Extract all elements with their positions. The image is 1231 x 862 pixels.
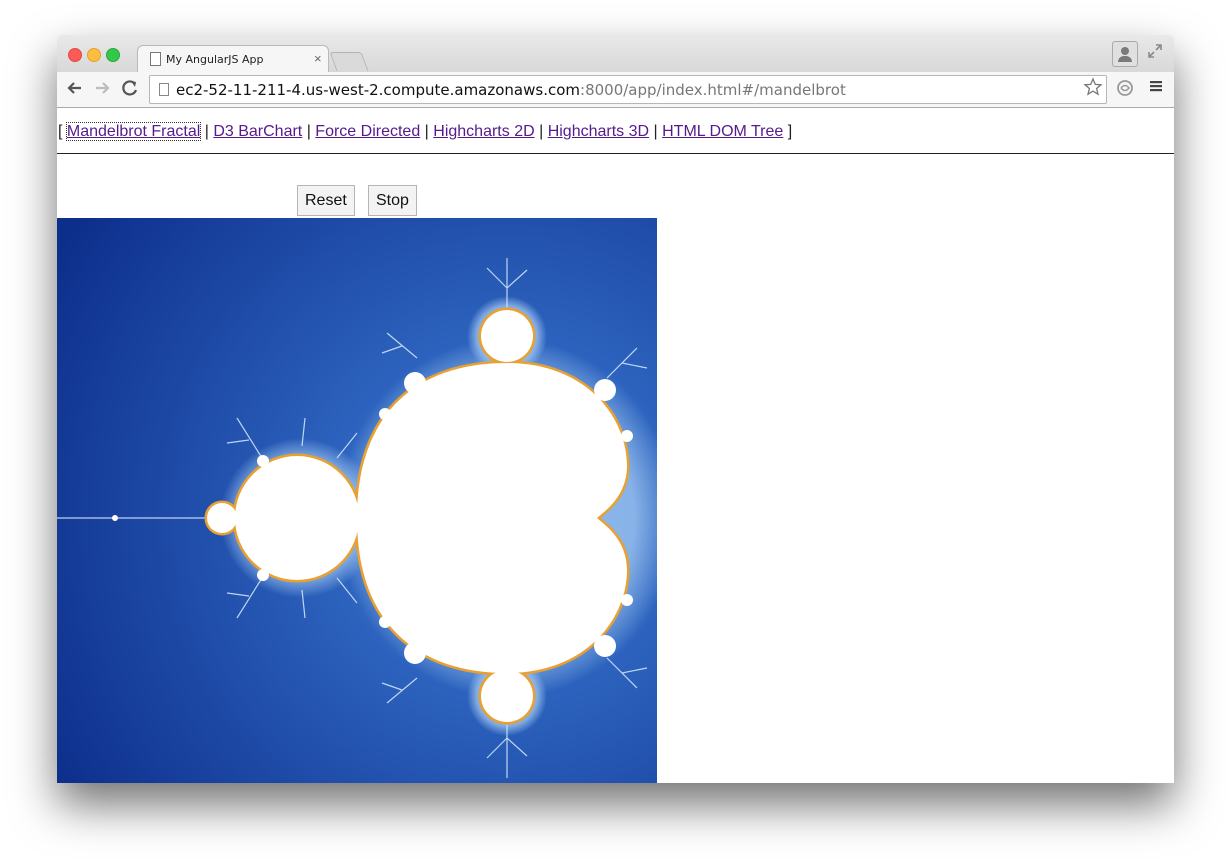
browser-window: My AngularJS App × ec2-52-11-211-4.us-we… [57,35,1174,783]
page-icon [150,52,161,66]
close-tab-icon[interactable]: × [314,51,322,66]
back-arrow-icon[interactable] [64,78,86,103]
reload-icon[interactable] [119,78,141,103]
fullscreen-icon[interactable] [1147,43,1163,59]
url-host: ec2-52-11-211-4.us-west-2.compute.amazon… [176,81,581,99]
extension-icon[interactable] [1116,79,1134,102]
tab-title: My AngularJS App [166,53,264,66]
app-nav: [ Mandelbrot Fractal | D3 BarChart | For… [58,122,793,141]
nav-link-mandelbrot[interactable]: Mandelbrot Fractal [65,122,202,141]
minimize-window-button[interactable] [87,48,101,62]
url-text[interactable]: ec2-52-11-211-4.us-west-2.compute.amazon… [176,81,846,99]
mandelbrot-canvas[interactable] [57,218,657,783]
nav-separator: | [649,123,663,140]
close-window-button[interactable] [68,48,82,62]
reset-button[interactable]: Reset [297,185,355,216]
nav-link-highcharts-2d[interactable]: Highcharts 2D [433,123,534,140]
hamburger-menu-icon[interactable] [1147,76,1165,101]
page-content: [ Mandelbrot Fractal | D3 BarChart | For… [57,108,1174,783]
stop-button[interactable]: Stop [368,185,417,216]
nav-link-html-dom-tree[interactable]: HTML DOM Tree [662,123,783,140]
maximize-window-button[interactable] [106,48,120,62]
profile-icon[interactable] [1112,41,1138,67]
nav-open-bracket: [ [58,123,67,140]
url-path: :8000/app/index.html#/mandelbrot [580,81,846,99]
nav-separator: | [200,123,214,140]
nav-separator: | [302,123,316,140]
title-bar: My AngularJS App × [57,35,1174,73]
new-tab-button[interactable] [329,52,369,71]
nav-separator: | [534,123,548,140]
header-divider [57,153,1174,154]
nav-link-force-directed[interactable]: Force Directed [315,123,420,140]
mandelbrot-fractal [57,218,657,783]
nav-separator: | [420,123,434,140]
page-icon [159,83,169,96]
nav-link-d3-barchart[interactable]: D3 BarChart [213,123,302,140]
nav-link-highcharts-3d[interactable]: Highcharts 3D [548,123,649,140]
address-bar[interactable]: ec2-52-11-211-4.us-west-2.compute.amazon… [149,75,1107,104]
nav-close-bracket: ] [783,123,793,140]
forward-arrow-icon[interactable] [91,78,113,103]
browser-toolbar: ec2-52-11-211-4.us-west-2.compute.amazon… [57,72,1174,108]
star-icon[interactable] [1083,77,1103,103]
browser-tab[interactable]: My AngularJS App × [137,45,329,73]
